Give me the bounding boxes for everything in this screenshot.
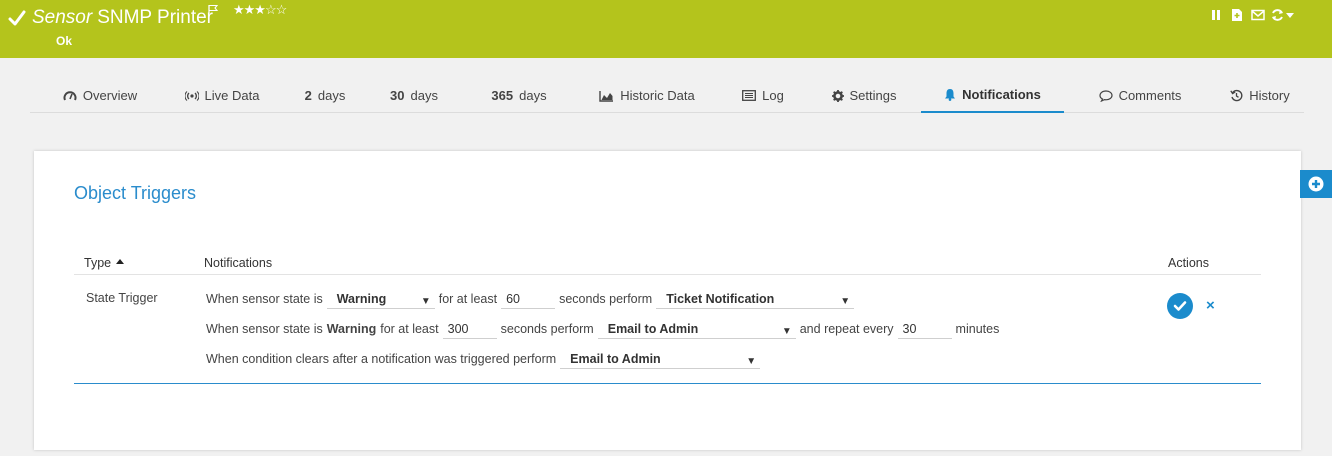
history-icon (1230, 89, 1243, 102)
tab-notifications[interactable]: Notifications (921, 78, 1064, 113)
add-trigger-button[interactable] (1300, 170, 1332, 198)
notification-select-2-value: Email to Admin (607, 321, 699, 336)
line1-prefix: When sensor state is (206, 292, 323, 306)
trigger-line-3: When condition clears after a notificati… (206, 349, 764, 369)
sort-ascending-icon (116, 259, 125, 264)
table-header: Type Notifications Actions (74, 254, 1261, 275)
tab-bar: Overview Live Data 2 days 30 days 365 days … (30, 78, 1304, 113)
pause-icon[interactable] (1208, 7, 1223, 23)
tab-30-days-label: days (410, 88, 438, 103)
tab-overview[interactable]: Overview (40, 78, 160, 113)
object-triggers-card: Object Triggers Type Notifications Actio… (34, 151, 1301, 450)
tab-30-days[interactable]: 30 days (367, 78, 461, 113)
priority-stars[interactable]: ★★★☆☆ (233, 0, 287, 20)
escalation-seconds-input[interactable]: 300 (442, 320, 497, 339)
tab-history[interactable]: History (1216, 78, 1304, 113)
delete-trigger-button[interactable]: × (1206, 297, 1215, 314)
save-trigger-button[interactable] (1167, 293, 1193, 319)
line2-prefix: When sensor state is (206, 322, 323, 336)
header-toolbar (1208, 6, 1295, 24)
plus-circle-icon (1308, 176, 1324, 192)
tab-log[interactable]: Log (718, 78, 808, 113)
notification-select-3-value: Email to Admin (570, 351, 661, 366)
column-header-type[interactable]: Type (84, 256, 125, 270)
notification-select-1-value: Ticket Notification (666, 291, 775, 306)
column-header-actions: Actions (1168, 256, 1209, 270)
list-icon (742, 90, 757, 101)
comment-icon (1098, 89, 1113, 102)
tab-overview-label: Overview (82, 88, 138, 103)
line2-perform: seconds perform (500, 322, 594, 336)
state-select-value: Warning (336, 291, 387, 306)
sensor-title: Sensor SNMP Printer (32, 7, 213, 29)
sensor-kind: Sensor (32, 7, 93, 28)
dropdown-arrow-icon: ▼ (781, 325, 792, 337)
report-icon[interactable] (1229, 7, 1244, 23)
tab-settings[interactable]: Settings (809, 78, 919, 113)
tab-2-days-num: 2 (304, 88, 312, 103)
tab-settings-label: Settings (849, 88, 897, 103)
broadcast-icon (184, 90, 199, 101)
tab-live-data-label: Live Data (204, 88, 260, 103)
tab-comments[interactable]: Comments (1065, 78, 1215, 113)
line3-prefix: When condition clears after a notificati… (206, 352, 557, 366)
bell-icon (944, 88, 956, 101)
tab-30-days-num: 30 (390, 88, 405, 103)
section-title: Object Triggers (74, 183, 197, 203)
trigger-line-1: When sensor state is Warning ▼ for at lea… (206, 289, 858, 309)
line1-mid: for at least (438, 292, 498, 306)
tab-history-label: History (1249, 88, 1290, 103)
repeat-minutes-input[interactable]: 30 (897, 320, 952, 339)
dropdown-arrow-icon: ▼ (746, 355, 757, 367)
tab-comments-label: Comments (1118, 88, 1182, 103)
seconds-input[interactable]: 60 (501, 290, 556, 309)
sensor-name: SNMP Printer (97, 7, 213, 28)
gear-icon (831, 89, 844, 102)
tab-365-days-num: 365 (491, 88, 514, 103)
check-icon (8, 10, 26, 26)
check-icon (1173, 301, 1187, 311)
notification-select-1[interactable]: Ticket Notification ▼ (656, 290, 855, 309)
line2-mid: for at least (380, 322, 439, 336)
notification-select-3[interactable]: Email to Admin ▼ (560, 350, 761, 369)
column-header-type-label: Type (84, 256, 112, 270)
tab-2-days[interactable]: 2 days (284, 78, 366, 113)
tab-365-days[interactable]: 365 days (462, 78, 576, 113)
trigger-line-2: When sensor state is Warning for at leas… (206, 319, 1003, 339)
column-header-notifications: Notifications (204, 256, 273, 270)
gauge-icon (63, 90, 77, 102)
tab-365-days-label: days (519, 88, 547, 103)
line2-repeat: and repeat every (799, 322, 894, 336)
line2-unit: minutes (955, 322, 1000, 336)
tab-2-days-label: days (317, 88, 346, 103)
tab-historic-data[interactable]: Historic Data (577, 78, 717, 113)
tab-log-label: Log (762, 88, 784, 103)
trigger-type: State Trigger (86, 291, 158, 305)
refresh-dropdown-icon[interactable] (1271, 7, 1295, 23)
row-divider (74, 383, 1261, 384)
email-icon[interactable] (1250, 7, 1265, 23)
dropdown-arrow-icon: ▼ (840, 295, 851, 307)
flag-icon[interactable] (207, 4, 219, 16)
area-chart-icon (599, 90, 614, 102)
tab-historic-data-label: Historic Data (620, 88, 695, 103)
line1-perform: seconds perform (559, 292, 653, 306)
status-text: Ok (56, 34, 73, 48)
tab-notifications-label: Notifications (962, 87, 1041, 102)
line2-state: Warning (326, 322, 377, 336)
state-select[interactable]: Warning ▼ (326, 290, 435, 309)
dropdown-arrow-icon: ▼ (420, 295, 431, 307)
notification-select-2[interactable]: Email to Admin ▼ (597, 320, 796, 339)
sensor-header: Sensor SNMP Printer ★★★☆☆ Ok (0, 0, 1332, 58)
tab-live-data[interactable]: Live Data (161, 78, 283, 113)
